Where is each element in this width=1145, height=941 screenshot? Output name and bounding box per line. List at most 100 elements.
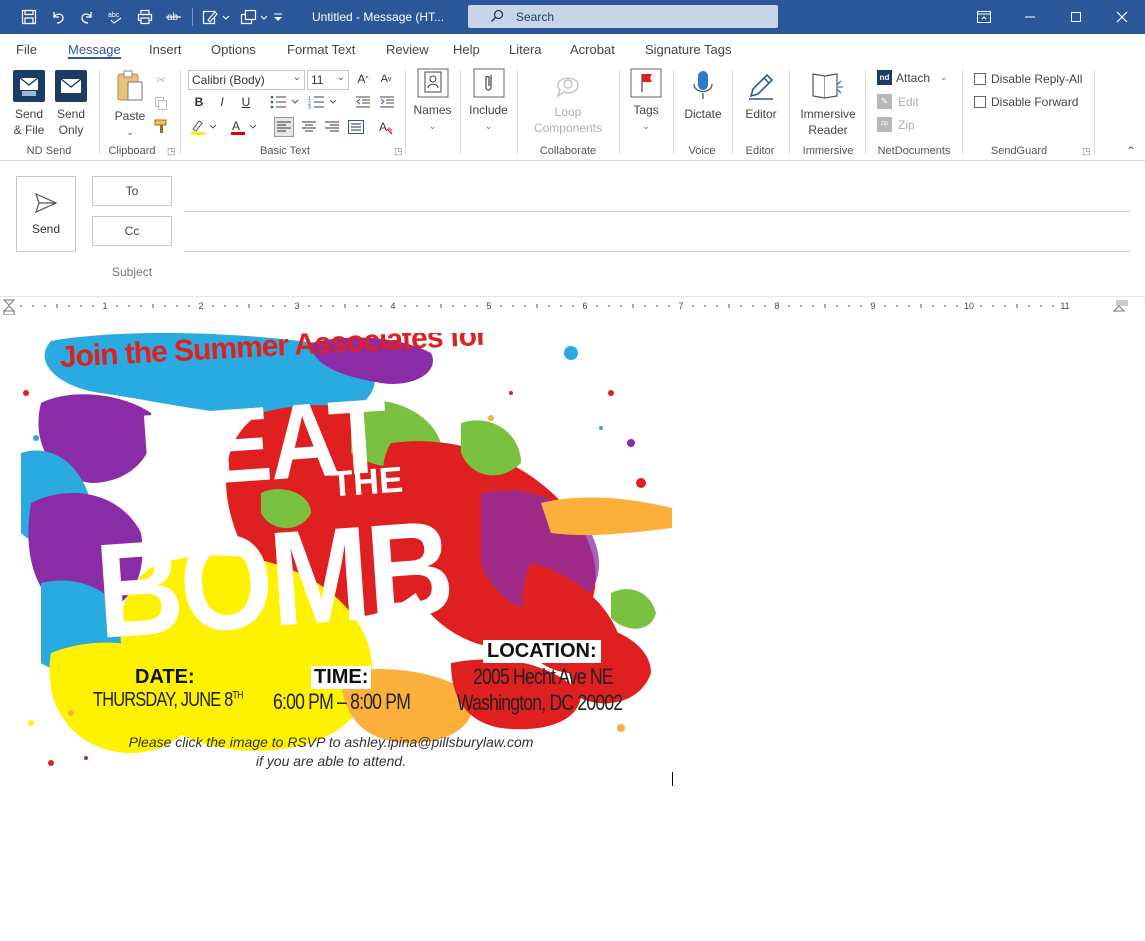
justify-icon[interactable] [347,118,365,136]
to-field[interactable] [184,211,1130,212]
tab-acrobat[interactable]: Acrobat [570,42,615,57]
tab-help[interactable]: Help [453,42,480,57]
templates-icon[interactable] [238,7,270,27]
highlight-color-icon[interactable] [189,118,219,136]
left-indent-marker[interactable] [3,310,15,316]
ruler-number: 2 [198,301,203,311]
nd-edit-button[interactable]: ✎ Edit [877,94,919,109]
ruler-number: 9 [870,301,875,311]
spelling-icon[interactable]: abc [105,7,127,27]
message-body[interactable]: Join the Summer Associates for BEAT THE … [0,318,1145,941]
increase-indent-icon[interactable] [378,93,396,111]
maximize-icon[interactable] [1053,0,1099,34]
tab-message[interactable]: Message [68,42,121,57]
undo-icon[interactable] [47,7,69,27]
grow-font-icon[interactable]: A ^ [354,70,372,88]
paste-button[interactable]: Paste ⌄ [110,70,150,140]
send-and-file-button[interactable]: Send & File [10,70,48,138]
send-button[interactable]: Send [16,176,76,252]
immersive-reader-icon [812,73,843,99]
flyer-rsvp-line1: Please click the image to RSVP to ashley… [128,734,534,750]
tab-file[interactable]: File [16,42,37,57]
close-icon[interactable] [1099,0,1145,34]
font-color-icon[interactable]: A [229,118,259,136]
search-box[interactable] [468,5,778,28]
tab-litera[interactable]: Litera [509,42,542,57]
chevron-down-icon: ⌄ [940,72,948,82]
loop-components-button[interactable]: Loop Components [526,70,610,136]
tab-review[interactable]: Review [386,42,429,57]
paste-dropdown-icon[interactable]: ⌄ [110,124,150,140]
ruler-number: 5 [486,301,491,311]
sendguard-launcher-icon[interactable]: ◳ [1082,146,1091,157]
first-line-indent-marker[interactable] [2,299,16,306]
bullets-icon[interactable] [269,93,301,111]
cc-field[interactable] [184,251,1130,252]
group-label-netdocuments: NetDocuments [877,145,951,157]
strikethrough-icon[interactable]: ab [163,7,185,27]
tab-insert[interactable]: Insert [149,42,182,57]
to-button[interactable]: To [92,176,172,206]
tab-options[interactable]: Options [211,42,256,57]
loop-label-2: Components [533,121,603,135]
hanging-indent-marker[interactable] [2,305,16,312]
decrease-indent-icon[interactable] [354,93,372,111]
group-label-voice: Voice [688,145,716,157]
italic-button[interactable]: I [213,93,231,111]
include-button[interactable]: Include ⌄ [466,68,511,134]
font-name-value: Calibri (Body) [192,73,265,87]
nd-zip-button[interactable]: zip Zip [877,117,915,132]
editor-button[interactable]: Editor [740,70,782,122]
bold-button[interactable]: B [190,93,208,111]
ruler-number: 1 [102,301,107,311]
basic-text-launcher-icon[interactable]: ◳ [394,146,403,157]
align-center-icon[interactable] [300,118,318,136]
tab-signature-tags[interactable]: Signature Tags [645,42,732,57]
right-indent-marker[interactable] [1112,305,1126,312]
font-size-dropdown[interactable]: 11 ⌄ [307,70,349,90]
group-divider [619,70,620,154]
cc-button[interactable]: Cc [92,216,172,246]
underline-button[interactable]: U [237,93,255,111]
chevron-down-icon: ⌄ [336,72,345,83]
save-icon[interactable] [18,7,40,27]
clear-formatting-icon[interactable]: A [377,118,395,136]
flyer-location-line2: Washington, DC 20002 [457,690,623,715]
print-icon[interactable] [134,7,156,27]
tab-format-text[interactable]: Format Text [287,42,355,57]
collapse-ribbon-icon[interactable]: ⌃ [1126,144,1136,158]
event-flyer-image[interactable]: Join the Summer Associates for BEAT THE … [11,333,672,787]
ribbon-display-options-icon[interactable] [961,0,1007,34]
nd-attach-button[interactable]: nd Attach ⌄ [877,70,948,85]
ruler-number: 4 [390,301,395,311]
align-right-icon[interactable] [323,118,341,136]
window-title: Untitled - Message (HT... [312,10,445,24]
text-cursor [672,772,673,786]
send-only-button[interactable]: Send Only [52,70,90,138]
customize-qat-icon[interactable] [270,7,286,27]
group-label-editor: Editor [745,145,775,157]
numbering-icon[interactable]: 123 [307,93,339,111]
tags-button[interactable]: Tags ⌄ [627,68,665,134]
dictate-button[interactable]: Dictate [680,70,726,122]
paste-label: Paste [114,109,146,123]
redo-icon[interactable] [76,7,98,27]
clipboard-launcher-icon[interactable]: ◳ [167,146,176,157]
names-button[interactable]: Names ⌄ [410,68,455,134]
font-name-dropdown[interactable]: Calibri (Body) ⌄ [188,70,305,90]
search-input[interactable] [516,8,766,25]
minimize-icon[interactable] [1007,0,1053,34]
disable-forward-label: Disable Forward [991,95,1079,109]
disable-reply-all-checkbox[interactable]: Disable Reply-All [974,72,1082,86]
disable-forward-checkbox[interactable]: Disable Forward [974,95,1078,109]
flyer-time-label: TIME: [311,666,372,689]
align-left-icon[interactable] [274,117,294,137]
group-divider [517,70,518,154]
group-divider [460,70,461,154]
copy-icon[interactable] [152,94,170,112]
immersive-reader-button[interactable]: Immersive Reader [796,70,860,138]
shrink-font-icon[interactable]: Av [377,70,395,88]
format-painter-icon[interactable] [152,117,170,135]
cut-icon[interactable]: ✂ [152,71,170,89]
draw-icon[interactable] [200,7,232,27]
